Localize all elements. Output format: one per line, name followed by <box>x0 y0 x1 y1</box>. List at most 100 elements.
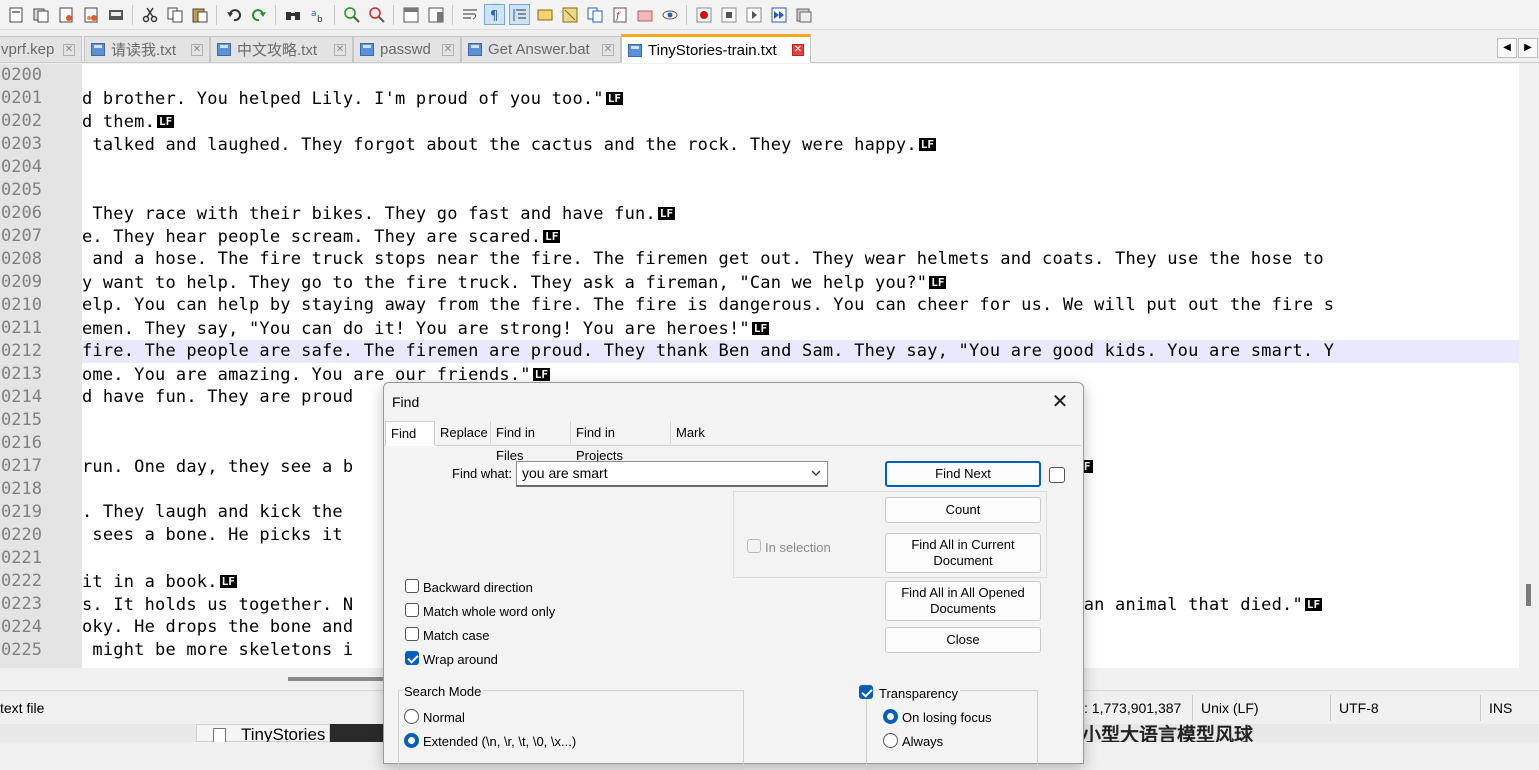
close-icon[interactable]: ✕ <box>191 43 203 56</box>
scrollbar-thumb[interactable] <box>288 677 388 681</box>
redo-icon[interactable] <box>248 4 269 25</box>
new-file-icon[interactable] <box>5 4 26 25</box>
normal-mode-radio[interactable] <box>404 709 419 724</box>
line-number[interactable]: 0202 <box>1 110 42 133</box>
close-icon[interactable]: ✕ <box>602 43 614 56</box>
replace-icon[interactable]: ab <box>307 4 328 25</box>
line-number[interactable]: 0204 <box>1 156 42 179</box>
tab-scroll-left-button[interactable]: ◀ <box>1497 38 1517 58</box>
save-icon[interactable] <box>55 4 76 25</box>
line-number[interactable]: 0209 <box>1 271 42 294</box>
line-number[interactable]: 0200 <box>1 64 42 87</box>
code-line[interactable]: elp. You can help by staying away from t… <box>82 294 1334 317</box>
tab-replace[interactable]: Replace <box>435 421 491 444</box>
find-next-button[interactable]: Find Next <box>885 461 1041 487</box>
code-line[interactable]: e. They hear people scream. They are sca… <box>82 225 561 248</box>
line-number[interactable]: 0211 <box>1 317 42 340</box>
code-line[interactable]: d brother. You helped Lily. I'm proud of… <box>82 87 623 110</box>
close-button[interactable]: Close <box>885 627 1041 653</box>
tab-chinese-guide-txt[interactable]: 中文攻略.txt ✕ <box>210 36 353 62</box>
define-language-icon[interactable] <box>534 4 555 25</box>
tab-readme-txt[interactable]: 请读我.txt ✕ <box>84 36 210 62</box>
document-map-icon[interactable] <box>559 4 580 25</box>
line-number[interactable]: 0223 <box>1 593 42 616</box>
line-number[interactable]: 0214 <box>1 386 42 409</box>
close-icon[interactable]: ✕ <box>442 43 454 56</box>
record-macro-icon[interactable] <box>693 4 714 25</box>
tab-find-in-files[interactable]: Find in Files <box>491 421 571 463</box>
undo-icon[interactable] <box>223 4 244 25</box>
code-line[interactable]: fire. The people are safe. The firemen a… <box>82 340 1519 363</box>
tab-vprf-kep[interactable]: vprf.kep ✕ <box>0 36 82 62</box>
code-line[interactable]: They race with their bikes. They go fast… <box>82 202 676 225</box>
backward-direction-checkbox[interactable] <box>405 579 419 593</box>
line-number[interactable]: 0210 <box>1 294 42 317</box>
show-all-chars-icon[interactable]: ¶ <box>484 4 505 25</box>
transparency-checkbox[interactable] <box>859 685 873 699</box>
line-number[interactable]: 0225 <box>1 639 42 662</box>
code-line[interactable]: d them. LF <box>82 110 175 133</box>
code-line[interactable]: talked and laughed. They forgot about th… <box>82 133 937 156</box>
tab-scroll-right-button[interactable]: ▶ <box>1518 38 1538 58</box>
line-number[interactable]: 0208 <box>1 248 42 271</box>
taskbar-item[interactable]: TinyStories <box>196 724 330 742</box>
line-number[interactable]: 0220 <box>1 524 42 547</box>
code-line[interactable]: and a hose. The fire truck stops near th… <box>82 248 1324 271</box>
line-number[interactable]: 0217 <box>1 455 42 478</box>
save-macro-icon[interactable] <box>793 4 814 25</box>
code-line[interactable]: . They laugh and kick the <box>82 501 343 524</box>
line-number[interactable]: 0201 <box>1 87 42 110</box>
run-macro-multiple-icon[interactable] <box>768 4 789 25</box>
document-list-icon[interactable] <box>584 4 605 25</box>
indent-guide-icon[interactable] <box>509 4 530 25</box>
line-number[interactable]: 0215 <box>1 409 42 432</box>
close-icon[interactable]: ✕ <box>334 43 346 56</box>
chevron-down-icon[interactable] <box>809 462 823 484</box>
line-number[interactable]: 0212 <box>1 340 42 363</box>
vertical-scrollbar[interactable] <box>1519 64 1539 668</box>
copy-icon[interactable] <box>164 4 185 25</box>
line-number[interactable]: 0222 <box>1 570 42 593</box>
tab-find-in-projects[interactable]: Find in Projects <box>571 421 671 463</box>
tab-mark[interactable]: Mark <box>671 421 713 444</box>
play-macro-icon[interactable] <box>743 4 764 25</box>
sync-horizontal-icon[interactable] <box>425 4 446 25</box>
zoom-in-icon[interactable] <box>341 4 362 25</box>
tab-passwd[interactable]: passwd ✕ <box>353 36 461 62</box>
tab-find[interactable]: Find <box>385 421 435 446</box>
wrap-around-checkbox[interactable] <box>405 651 419 665</box>
close-icon[interactable]: ✕ <box>63 43 75 56</box>
line-number[interactable]: 0221 <box>1 547 42 570</box>
code-line[interactable]: it in a book. LF <box>82 570 237 593</box>
line-number[interactable]: 0206 <box>1 202 42 225</box>
line-number[interactable]: 0203 <box>1 133 42 156</box>
line-number[interactable]: 0218 <box>1 478 42 501</box>
code-line[interactable]: might be more skeletons i <box>82 639 353 662</box>
find-icon[interactable] <box>282 4 303 25</box>
line-number[interactable]: 0205 <box>1 179 42 202</box>
always-radio[interactable] <box>883 733 898 748</box>
monitoring-icon[interactable] <box>659 4 680 25</box>
code-line[interactable]: oky. He drops the bone and <box>82 616 353 639</box>
line-number[interactable]: 0216 <box>1 432 42 455</box>
line-number[interactable]: 0219 <box>1 501 42 524</box>
sync-vertical-icon[interactable] <box>400 4 421 25</box>
function-list-icon[interactable]: f <box>609 4 630 25</box>
on-losing-focus-radio[interactable] <box>883 709 898 724</box>
code-line[interactable]: emen. They say, "You can do it! You are … <box>82 317 770 340</box>
line-number[interactable]: 0213 <box>1 363 42 386</box>
zoom-out-icon[interactable] <box>366 4 387 25</box>
code-line[interactable]: sees a bone. He picks it <box>82 524 343 547</box>
close-icon[interactable] <box>105 4 126 25</box>
extended-mode-radio[interactable] <box>404 733 419 748</box>
code-line[interactable]: d have fun. They are proud <box>82 386 353 409</box>
tab-tinystories-train-txt[interactable]: TinyStories-train.txt ✕ <box>621 34 811 63</box>
paste-icon[interactable] <box>189 4 210 25</box>
match-whole-word-checkbox[interactable] <box>405 603 419 617</box>
code-line[interactable]: y want to help. They go to the fire truc… <box>82 271 947 294</box>
close-icon[interactable]: ✕ <box>792 44 804 56</box>
folder-as-workspace-icon[interactable] <box>634 4 655 25</box>
find-what-combobox[interactable]: you are smart <box>516 461 828 487</box>
word-wrap-icon[interactable] <box>459 4 480 25</box>
match-case-checkbox[interactable] <box>405 627 419 641</box>
